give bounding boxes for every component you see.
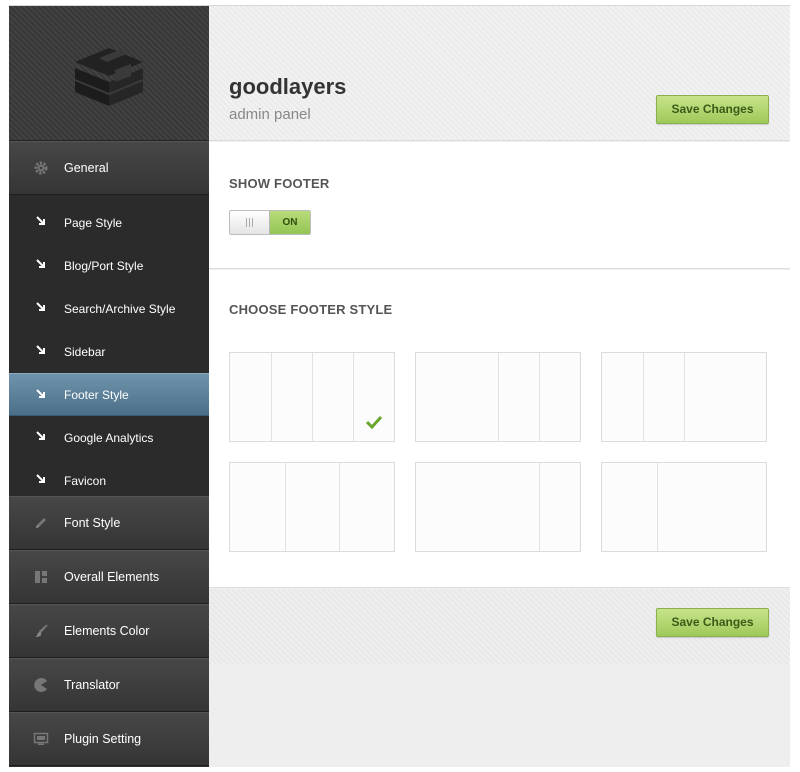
sidebar-item-label: Sidebar [64, 344, 106, 359]
sidebar: General Page Style Blog/Port Style Searc… [9, 6, 209, 767]
arrow-down-right-icon [36, 345, 45, 354]
show-footer-toggle[interactable]: ON [229, 210, 311, 235]
sidebar-item-label: Font Style [64, 516, 121, 530]
toggle-knob[interactable] [230, 211, 270, 234]
column-divider [657, 463, 658, 551]
sidebar-item-search-archive-style[interactable]: Search/Archive Style [9, 287, 209, 330]
column-divider [339, 463, 340, 551]
toggle-on-label: ON [270, 211, 310, 234]
sidebar-item-google-analytics[interactable]: Google Analytics [9, 416, 209, 459]
sidebar-submenu: Page Style Blog/Port Style Search/Archiv… [9, 195, 209, 496]
header: goodlayers admin panel Save Changes [209, 6, 790, 141]
sidebar-item-footer-style[interactable]: Footer Style [9, 373, 209, 416]
sidebar-item-font-style[interactable]: Font Style [9, 496, 209, 550]
sidebar-item-plugin-setting[interactable]: Plugin Setting [9, 712, 209, 766]
footer-layout-option[interactable] [229, 352, 395, 442]
arrow-down-right-icon [36, 302, 45, 311]
sidebar-item-label: Search/Archive Style [64, 301, 176, 316]
footer-layout-option[interactable] [415, 462, 581, 552]
arrow-down-right-icon [36, 431, 45, 440]
show-footer-section: SHOW FOOTER ON [209, 142, 790, 269]
logo-area [9, 6, 209, 141]
sidebar-item-sidebar[interactable]: Sidebar [9, 330, 209, 373]
arrow-down-right-icon [36, 216, 45, 225]
section-heading: CHOOSE FOOTER STYLE [229, 302, 393, 317]
goodlayers-logo-icon [74, 48, 144, 106]
pencil-icon [36, 518, 46, 528]
sidebar-item-label: Plugin Setting [64, 732, 142, 746]
sidebar-item-label: Favicon [64, 473, 107, 488]
grip-icon [246, 218, 254, 227]
arrow-down-right-icon [36, 259, 45, 268]
sidebar-item-label: Elements Color [64, 624, 150, 638]
sidebar-item-label: Overall Elements [64, 570, 160, 584]
gear-icon [34, 161, 48, 175]
column-divider [539, 353, 540, 441]
empty-area [209, 664, 790, 767]
page-subtitle: admin panel [229, 106, 311, 123]
screen-icon [33, 732, 49, 745]
choose-footer-style-section: CHOOSE FOOTER STYLE [209, 270, 790, 588]
arrow-down-right-icon [36, 474, 45, 483]
sidebar-item-elements-color[interactable]: Elements Color [9, 604, 209, 658]
save-changes-button[interactable]: Save Changes [656, 608, 769, 637]
sidebar-item-overall-elements[interactable]: Overall Elements [9, 550, 209, 604]
footer-layout-option[interactable] [601, 352, 767, 442]
checkmark-icon [366, 415, 382, 429]
save-changes-button[interactable]: Save Changes [656, 95, 769, 124]
sidebar-item-general[interactable]: General [9, 141, 209, 195]
column-divider [539, 463, 540, 551]
sidebar-item-label: Page Style [64, 215, 123, 230]
sidebar-item-label: Translator [64, 678, 120, 692]
layout-icon [35, 571, 47, 583]
sidebar-item-translator[interactable]: Translator [9, 658, 209, 712]
footer-layout-option[interactable] [415, 352, 581, 442]
brush-icon [35, 624, 48, 637]
sidebar-item-label: General [64, 161, 109, 175]
footer-layout-option[interactable] [229, 462, 395, 552]
sidebar-item-label: Blog/Port Style [64, 258, 144, 273]
pacman-icon [34, 678, 47, 692]
column-divider [271, 353, 272, 441]
page-title: goodlayers [229, 74, 347, 99]
sidebar-item-page-style[interactable]: Page Style [9, 201, 209, 244]
main-content: goodlayers admin panel Save Changes SHOW… [209, 6, 790, 767]
sidebar-item-label: Google Analytics [64, 430, 154, 445]
arrow-down-right-icon [36, 389, 45, 398]
column-divider [643, 353, 644, 441]
column-divider [684, 353, 685, 441]
column-divider [285, 463, 286, 551]
sidebar-item-blog-port-style[interactable]: Blog/Port Style [9, 244, 209, 287]
column-divider [498, 353, 499, 441]
footer-layout-option[interactable] [601, 462, 767, 552]
sidebar-item-label: Footer Style [64, 387, 129, 402]
column-divider [312, 353, 313, 441]
admin-window: General Page Style Blog/Port Style Searc… [9, 5, 790, 767]
column-divider [353, 353, 354, 441]
section-heading: SHOW FOOTER [229, 176, 330, 191]
